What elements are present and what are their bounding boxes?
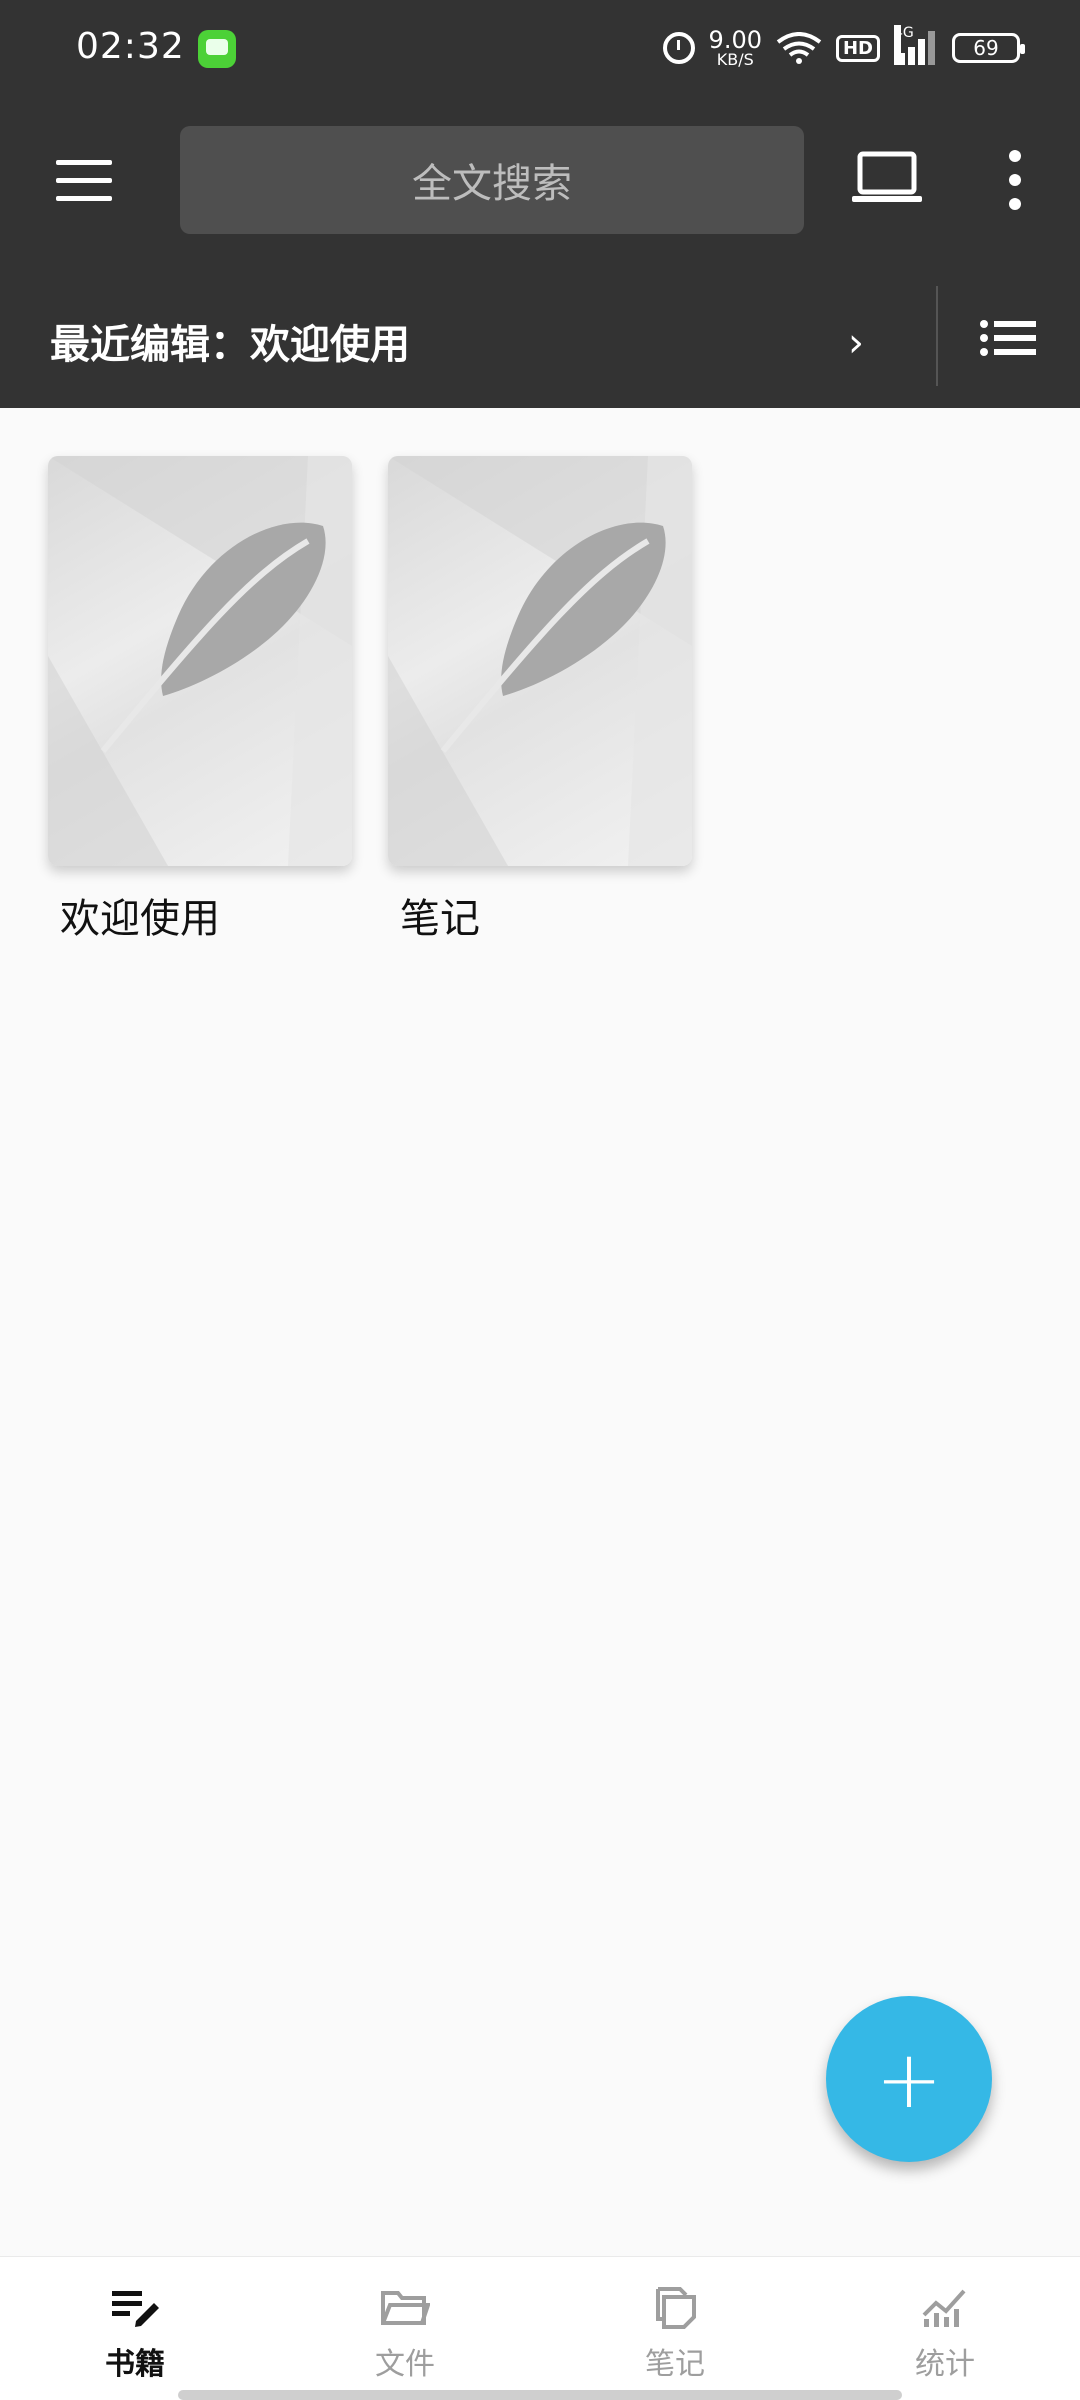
book-cover[interactable]: [48, 456, 352, 866]
wifi-icon: [776, 32, 822, 64]
books-edit-icon: [112, 2291, 159, 2327]
menu-icon[interactable]: [56, 160, 112, 202]
nav-item-books[interactable]: 书籍: [0, 2257, 270, 2400]
folder-icon: [381, 2291, 430, 2325]
battery-icon: 69: [952, 33, 1025, 63]
app-root: 02:32 9.00 KB/S HD 4G 69 全文搜索 最近编辑：欢迎使用 …: [0, 0, 1080, 2400]
nav-item-files[interactable]: 文件: [270, 2257, 540, 2400]
bottom-navigation: 书籍 文件 笔记 统计: [0, 2256, 1080, 2400]
network-speed-unit: KB/S: [716, 50, 754, 69]
nav-item-notes[interactable]: 笔记: [540, 2257, 810, 2400]
stats-chart-icon: [922, 2289, 966, 2327]
status-bar: 02:32 9.00 KB/S HD 4G 69: [0, 0, 1080, 96]
network-speed-value: 9.00: [708, 26, 762, 54]
laptop-icon[interactable]: [852, 150, 922, 206]
nav-label: 笔记: [645, 2347, 705, 2382]
network-speed: 9.00 KB/S: [709, 28, 762, 68]
nav-label: 统计: [915, 2347, 975, 2382]
home-indicator[interactable]: [178, 2390, 902, 2400]
alarm-icon: [662, 32, 695, 64]
chevron-right-icon[interactable]: ›: [848, 320, 864, 366]
book-title: 笔记: [400, 896, 480, 942]
top-app-bar: 02:32 9.00 KB/S HD 4G 69 全文搜索 最近编辑：欢迎使用 …: [0, 0, 1080, 408]
search-input[interactable]: 全文搜索: [180, 126, 804, 234]
book-item[interactable]: 笔记: [388, 456, 692, 944]
nav-label: 文件: [375, 2347, 435, 2382]
recent-edit-bar[interactable]: 最近编辑：欢迎使用 ›: [0, 286, 1080, 406]
book-item[interactable]: 欢迎使用: [48, 456, 352, 944]
nav-item-stats[interactable]: 统计: [810, 2257, 1080, 2400]
notes-icon: [656, 2287, 696, 2329]
list-view-icon[interactable]: [980, 320, 1036, 356]
nav-label: 书籍: [105, 2347, 165, 2382]
status-icons: 9.00 KB/S HD 4G 69: [662, 25, 1025, 70]
divider: [936, 286, 938, 386]
book-cover[interactable]: [388, 456, 692, 866]
status-time: 02:32: [76, 26, 185, 67]
hd-icon: HD: [835, 34, 880, 62]
add-book-button[interactable]: +: [826, 1996, 992, 2162]
message-app-icon: [198, 30, 236, 68]
recent-edit-text[interactable]: 最近编辑：欢迎使用: [50, 312, 410, 370]
more-vert-icon[interactable]: [1000, 150, 1030, 210]
book-title: 欢迎使用: [60, 896, 220, 942]
signal-icon: 4G: [894, 25, 938, 65]
